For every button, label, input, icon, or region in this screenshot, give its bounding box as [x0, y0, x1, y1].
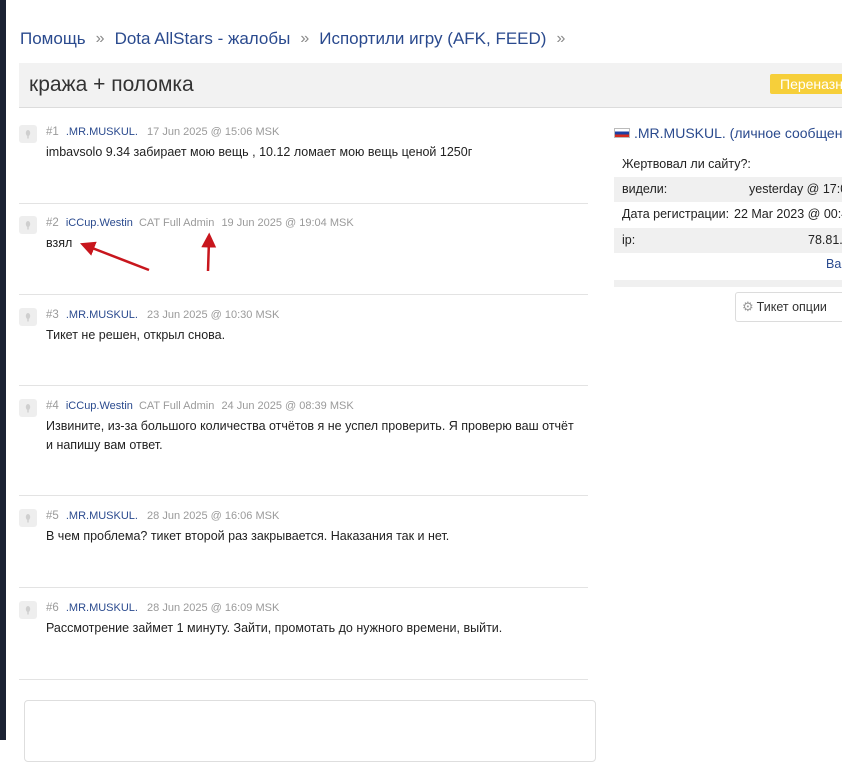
post-item: #5 .MR.MUSKUL. 28 Jun 2025 @ 16:06 MSK В…: [19, 509, 588, 588]
post-author-link[interactable]: .MR.MUSKUL.: [66, 126, 138, 138]
post-number[interactable]: #6: [46, 602, 59, 614]
user-profile-name[interactable]: .MR.MUSKUL. (личное сообщени: [634, 125, 842, 141]
ticket-title: кража + поломка: [29, 73, 194, 96]
breadcrumb-separator: »: [300, 30, 310, 47]
profile-row-seen: видели: yesterday @ 17:0: [614, 177, 842, 202]
post-number[interactable]: #4: [46, 400, 59, 412]
post-item: #3 .MR.MUSKUL. 23 Jun 2025 @ 10:30 MSK Т…: [19, 308, 588, 386]
post-author-link[interactable]: iCCup.Westin: [66, 217, 133, 229]
user-avatar-icon: [19, 399, 37, 417]
post-date: 23 Jun 2025 @ 10:30 MSK: [147, 309, 280, 321]
profile-row-registered: Дата регистрации: 22 Mar 2023 @ 00:4: [614, 202, 842, 227]
profile-label: Жертвовал ли сайту?:: [622, 157, 751, 171]
breadcrumb: Помощь » Dota AllStars - жалобы » Испорт…: [20, 28, 575, 50]
post-date: 19 Jun 2025 @ 19:04 MSK: [221, 217, 354, 229]
post-item: #6 .MR.MUSKUL. 28 Jun 2025 @ 16:09 MSK Р…: [19, 601, 588, 680]
post-text: Рассмотрение займет 1 минуту. Зайти, про…: [46, 621, 503, 635]
post-date: 28 Jun 2025 @ 16:09 MSK: [147, 602, 280, 614]
profile-value: 22 Mar 2023 @ 00:4: [734, 207, 842, 221]
post-item: #4 iCCup.Westin CAT Full Admin 24 Jun 20…: [19, 399, 588, 496]
post-author-link[interactable]: .MR.MUSKUL.: [66, 602, 138, 614]
user-avatar-icon: [19, 216, 37, 234]
post-date: 28 Jun 2025 @ 16:06 MSK: [147, 510, 280, 522]
user-avatar-icon: [19, 601, 37, 619]
profile-value: yesterday @ 17:0: [749, 182, 842, 196]
gear-icon: ⚙: [742, 299, 754, 314]
reassign-button[interactable]: Переназна: [770, 74, 842, 94]
post-text: Извините, из-за большого количества отчё…: [46, 419, 574, 452]
profile-link[interactable]: Ваш: [826, 257, 842, 271]
profile-footer-bar: [614, 280, 842, 287]
user-avatar-icon: [19, 509, 37, 527]
post-author-role: CAT Full Admin: [138, 400, 215, 412]
post-author-role: CAT Full Admin: [138, 217, 215, 229]
post-meta: #2 iCCup.Westin CAT Full Admin 19 Jun 20…: [46, 217, 354, 229]
post-text: Тикет не решен, открыл снова.: [46, 328, 226, 342]
profile-label: видели:: [622, 182, 668, 196]
post-author-link[interactable]: .MR.MUSKUL.: [66, 510, 138, 522]
breadcrumb-link-ruined-game[interactable]: Испортили игру (AFK, FEED): [319, 29, 546, 49]
post-text: В чем проблема? тикет второй раз закрыва…: [46, 529, 450, 543]
post-meta: #6 .MR.MUSKUL. 28 Jun 2025 @ 16:09 MSK: [46, 602, 279, 614]
breadcrumb-separator: »: [556, 30, 566, 47]
user-avatar-icon: [19, 308, 37, 326]
post-number[interactable]: #1: [46, 126, 59, 138]
breadcrumb-link-help[interactable]: Помощь: [20, 29, 86, 49]
reply-textarea[interactable]: [24, 700, 596, 762]
user-profile-header[interactable]: .MR.MUSKUL. (личное сообщени: [614, 125, 842, 141]
profile-value: 78.81.1: [808, 233, 842, 247]
post-author-link[interactable]: iCCup.Westin: [66, 400, 133, 412]
post-text: взял: [46, 236, 73, 250]
profile-label: Дата регистрации:: [622, 207, 730, 221]
user-avatar-icon: [19, 125, 37, 143]
post-item: #1 .MR.MUSKUL. 17 Jun 2025 @ 15:06 MSK i…: [19, 125, 588, 204]
breadcrumb-separator: »: [95, 30, 105, 47]
post-meta: #3 .MR.MUSKUL. 23 Jun 2025 @ 10:30 MSK: [46, 309, 279, 321]
ticket-options-label: Тикет опции: [756, 300, 827, 314]
left-dark-strip: [0, 0, 6, 740]
profile-label: ip:: [622, 233, 636, 247]
post-meta: #1 .MR.MUSKUL. 17 Jun 2025 @ 15:06 MSK: [46, 126, 279, 138]
post-number[interactable]: #3: [46, 309, 59, 321]
post-number[interactable]: #5: [46, 510, 59, 522]
post-number[interactable]: #2: [46, 217, 59, 229]
post-text: imbavsolo 9.34 забирает мою вещь , 10.12…: [46, 145, 473, 159]
profile-row-ip: ip: 78.81.1: [614, 228, 842, 253]
ticket-options-button[interactable]: ⚙ Тикет опции: [735, 292, 842, 322]
ticket-title-bar: кража + поломка Переназна: [19, 63, 842, 108]
profile-row-donated: Жертвовал ли сайту?:: [614, 152, 842, 177]
post-meta: #5 .MR.MUSKUL. 28 Jun 2025 @ 16:06 MSK: [46, 510, 279, 522]
russia-flag-icon: [614, 128, 630, 138]
breadcrumb-link-dota-complaints[interactable]: Dota AllStars - жалобы: [115, 29, 291, 49]
post-item: #2 iCCup.Westin CAT Full Admin 19 Jun 20…: [19, 216, 588, 295]
post-date: 24 Jun 2025 @ 08:39 MSK: [221, 400, 354, 412]
post-date: 17 Jun 2025 @ 15:06 MSK: [147, 126, 280, 138]
post-author-link[interactable]: .MR.MUSKUL.: [66, 309, 138, 321]
post-meta: #4 iCCup.Westin CAT Full Admin 24 Jun 20…: [46, 400, 354, 412]
